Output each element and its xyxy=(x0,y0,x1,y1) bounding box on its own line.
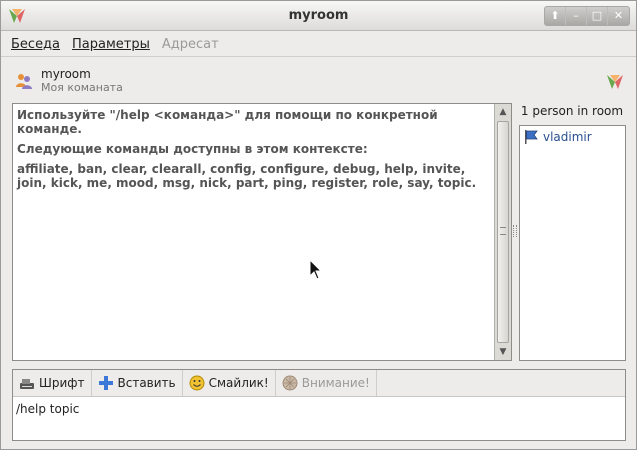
pane-resize-handle[interactable] xyxy=(513,225,517,237)
font-icon xyxy=(20,379,34,389)
chat-line: Следующие команды доступны в этом контек… xyxy=(17,142,368,156)
menu-options-label: Параметры xyxy=(72,37,150,52)
roster-item[interactable]: vladimir xyxy=(523,129,592,145)
scroll-up-arrow-icon[interactable]: ▲ xyxy=(495,104,511,120)
conversation-text: Используйте "/help <команда>" для помощи… xyxy=(17,108,493,196)
mouse-pointer-icon xyxy=(309,259,323,280)
menu-options[interactable]: Параметры xyxy=(66,32,156,56)
plus-icon xyxy=(98,376,113,390)
chat-line: affiliate, ban, clear, clearall, config,… xyxy=(17,162,477,190)
smiley-button[interactable]: Смайлик! xyxy=(183,370,276,396)
window-title: myroom xyxy=(288,8,349,23)
conversation-view[interactable]: Используйте "/help <команда>" для помощи… xyxy=(12,103,512,361)
conversation-scrollbar[interactable]: ▲ ▼ xyxy=(494,104,511,360)
message-composer: Шрифт Вставить Смайлик! Внимание! /help … xyxy=(12,369,626,441)
flag-icon xyxy=(525,130,538,144)
smiley-button-label: Смайлик! xyxy=(208,376,269,390)
chat-line: Используйте "/help <команда>" для помощи… xyxy=(17,108,438,136)
attention-button[interactable]: Внимание! xyxy=(276,370,377,396)
app-logo-icon xyxy=(607,75,623,89)
menu-conversation-label: Беседа xyxy=(11,37,61,52)
insert-button[interactable]: Вставить xyxy=(92,370,183,396)
room-header: myroom Моя команата xyxy=(15,67,625,97)
room-subject: Моя команата xyxy=(41,81,123,94)
minimize-button[interactable]: – xyxy=(566,7,587,25)
attention-icon xyxy=(282,375,298,391)
room-icon xyxy=(16,74,32,89)
menu-addressee-label: Адресат xyxy=(161,37,219,52)
maximize-button[interactable]: □ xyxy=(587,7,608,25)
font-button[interactable]: Шрифт xyxy=(13,370,92,396)
message-input[interactable]: /help topic xyxy=(16,402,79,416)
scroll-thumb[interactable] xyxy=(497,121,509,343)
insert-button-label: Вставить xyxy=(117,376,176,390)
shade-button[interactable]: ⬆ xyxy=(545,7,566,25)
roster-count: 1 person in room xyxy=(520,104,624,118)
smiley-icon xyxy=(189,375,205,391)
grip-icon xyxy=(500,227,506,235)
menu-bar: Беседа Параметры Адресат xyxy=(1,32,636,57)
scroll-down-arrow-icon[interactable]: ▼ xyxy=(495,344,511,360)
font-button-label: Шрифт xyxy=(39,376,85,390)
attention-button-label: Внимание! xyxy=(301,376,370,390)
chat-window: myroom ⬆ – □ ✕ Беседа Параметры Адресат … xyxy=(0,0,637,450)
room-name: myroom xyxy=(41,67,91,81)
menu-addressee[interactable]: Адресат xyxy=(156,32,225,56)
format-toolbar: Шрифт Вставить Смайлик! Внимание! xyxy=(13,370,625,397)
close-button[interactable]: ✕ xyxy=(608,7,629,25)
menu-conversation[interactable]: Беседа xyxy=(5,32,66,56)
roster-item-name: vladimir xyxy=(543,130,592,144)
title-bar[interactable]: myroom ⬆ – □ ✕ xyxy=(1,1,636,31)
window-controls: ⬆ – □ ✕ xyxy=(544,6,630,26)
roster-list[interactable]: vladimir xyxy=(519,125,626,361)
